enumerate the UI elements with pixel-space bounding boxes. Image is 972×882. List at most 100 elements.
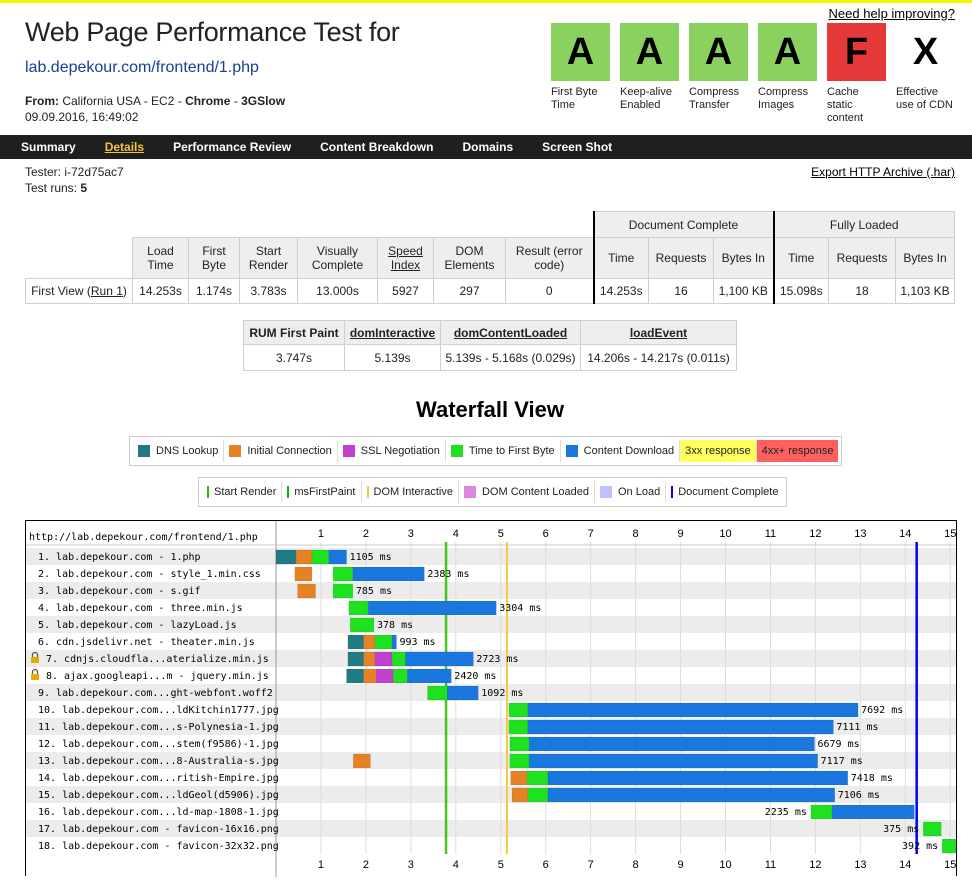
bar-conn [511, 787, 528, 803]
tick-label-top: 14 [899, 528, 911, 540]
waterfall-title: Waterfall View [416, 397, 564, 422]
request-label[interactable]: 5. lab.depekour.com - lazyLoad.js [38, 620, 237, 631]
tick-label-top: 9 [677, 528, 683, 540]
test-date: 09.09.2016, 16:49:02 [25, 110, 139, 124]
tick-label-bottom: 15 [944, 859, 956, 871]
request-label[interactable]: 17. lab.depekour.com - favicon-16x16.png [38, 824, 279, 835]
tick-label-top: 8 [633, 528, 639, 540]
col-dom-interactive-link[interactable]: domInteractive [344, 320, 441, 345]
request-duration: 1092 ms [481, 688, 523, 699]
rum-table: RUM First Paint domInteractive domConten… [243, 320, 737, 371]
grade-first-byte[interactable]: A First Byte Time [551, 23, 610, 112]
tick-label-top: 3 [408, 528, 414, 540]
first-view-row: First View (Run 1) 14.253s 1.174s 3.783s… [25, 278, 955, 304]
request-label[interactable]: 7. cdnjs.cloudfla...aterialize.min.js [46, 654, 269, 665]
request-duration: 7106 ms [838, 790, 880, 801]
legend-ms-first-paint: msFirstPaint [282, 481, 362, 503]
bar-dns [347, 651, 364, 667]
tick-label-top: 5 [498, 528, 504, 540]
grade-cache-static[interactable]: F Cache static content [827, 23, 886, 125]
help-improving-link[interactable]: Need help improving? [829, 6, 955, 21]
bar-ttfb [374, 634, 393, 650]
tick-label-bottom: 5 [498, 859, 504, 871]
col-full-bytes: Bytes In [895, 237, 955, 279]
tab-details[interactable]: Details [105, 140, 144, 154]
tick-label-bottom: 4 [453, 859, 459, 871]
legend-ssl: SSL Negotiation [338, 440, 446, 462]
tick-label-bottom: 13 [854, 859, 866, 871]
request-duration: 7418 ms [851, 773, 893, 784]
bar-ttfb [527, 787, 549, 803]
legend-dom-content-loaded: DOM Content Loaded [459, 481, 595, 503]
run-1-link[interactable]: Run 1 [91, 284, 123, 298]
request-label[interactable]: 13. lab.depekour.com...8-Australia-s.jpg [38, 756, 279, 767]
bar-ssl [374, 651, 393, 667]
col-full-time: Time [773, 237, 829, 279]
tick-label-bottom: 7 [588, 859, 594, 871]
request-label[interactable]: 2. lab.depekour.com - style_1.min.css [38, 569, 261, 580]
tick-label-top: 7 [588, 528, 594, 540]
col-start-render: Start Render [239, 237, 298, 279]
legend-on-load: On Load [595, 481, 667, 503]
bar-ttfb [526, 770, 549, 786]
bar-ttfb [349, 617, 375, 633]
tick-label-top: 2 [363, 528, 369, 540]
tested-url-link[interactable]: lab.depekour.com/frontend/1.php [25, 59, 259, 77]
bar-ttfb [810, 804, 833, 820]
request-label[interactable]: 12. lab.depekour.com...stem(f9586)-1.jpg [38, 739, 279, 750]
request-label[interactable]: 3. lab.depekour.com - s.gif [38, 586, 201, 597]
bar-conn [297, 583, 316, 599]
request-label[interactable]: 18. lab.depekour.com - favicon-32x32.png [38, 841, 279, 852]
bar-conn [363, 634, 376, 650]
waterfall-svg: 1122334455667788991010111112121313141415… [26, 521, 961, 877]
col-dom-content-loaded-link[interactable]: domContentLoaded [440, 320, 581, 345]
tick-label-top: 13 [854, 528, 866, 540]
tab-performance-review[interactable]: Performance Review [173, 140, 291, 154]
bar-dl [831, 804, 915, 820]
tab-domains[interactable]: Domains [462, 140, 513, 154]
request-label[interactable]: 1. lab.depekour.com - 1.php [38, 552, 201, 563]
grade-keep-alive[interactable]: A Keep-alive Enabled [620, 23, 679, 112]
request-duration: 392 ms [902, 841, 938, 852]
request-duration: 785 ms [356, 586, 392, 597]
bar-conn [510, 770, 528, 786]
tab-content-breakdown[interactable]: Content Breakdown [320, 140, 433, 154]
request-label[interactable]: 6. cdn.jsdelivr.net - theater.min.js [38, 637, 255, 648]
tab-screen-shot[interactable]: Screen Shot [542, 140, 612, 154]
tick-label-top: 15 [944, 528, 956, 540]
request-duration: 3304 ms [499, 603, 541, 614]
request-label[interactable]: 11. lab.depekour.com...s-Polynesia-1.jpg [38, 722, 279, 733]
bar-ttfb [509, 736, 530, 752]
col-first-byte: First Byte [188, 237, 240, 279]
bar-ttfb [332, 566, 354, 582]
test-runs: Test runs: 5 [25, 181, 88, 195]
bar-dl [328, 549, 347, 565]
request-duration: 375 ms [883, 824, 919, 835]
results-table: Document Complete Fully Loaded Load Time… [25, 211, 955, 304]
grade-compress-transfer[interactable]: A Compress Transfer [689, 23, 748, 112]
request-duration: 2383 ms [427, 569, 469, 580]
grade-cdn[interactable]: X Effective use of CDN [896, 23, 955, 112]
bar-dns [346, 668, 364, 684]
request-label[interactable]: 10. lab.depekour.com...ldKitchin1777.jpg [38, 705, 279, 716]
tab-summary[interactable]: Summary [21, 140, 76, 154]
request-label[interactable]: 16. lab.depekour.com...ld-map-1808-1.jpg [38, 807, 279, 818]
bar-ttfb [391, 651, 406, 667]
bar-dl [367, 600, 497, 616]
bar-dl [447, 685, 479, 701]
export-har-link[interactable]: Export HTTP Archive (.har) [811, 165, 955, 179]
col-speed-index-link[interactable]: Speed Index [377, 237, 434, 279]
request-label[interactable]: 14. lab.depekour.com...ritish-Empire.jpg [38, 773, 279, 784]
request-label[interactable]: 8. ajax.googleapi...m - jquery.min.js [46, 671, 269, 682]
lock-shackle [31, 668, 39, 674]
tick-label-top: 12 [809, 528, 821, 540]
request-label[interactable]: 4. lab.depekour.com - three.min.js [38, 603, 243, 614]
tick-label-bottom: 8 [633, 859, 639, 871]
bar-conn [363, 668, 377, 684]
request-label[interactable]: 9. lab.depekour.com...ght-webfont.woff2 [38, 688, 273, 699]
col-load-event-link[interactable]: loadEvent [580, 320, 737, 345]
bar-ttfb [348, 600, 369, 616]
grade-compress-images[interactable]: A Compress Images [758, 23, 817, 112]
request-label[interactable]: 15. lab.depekour.com...ldGeol(d5906).jpg [38, 790, 279, 801]
bar-ttfb [311, 549, 330, 565]
